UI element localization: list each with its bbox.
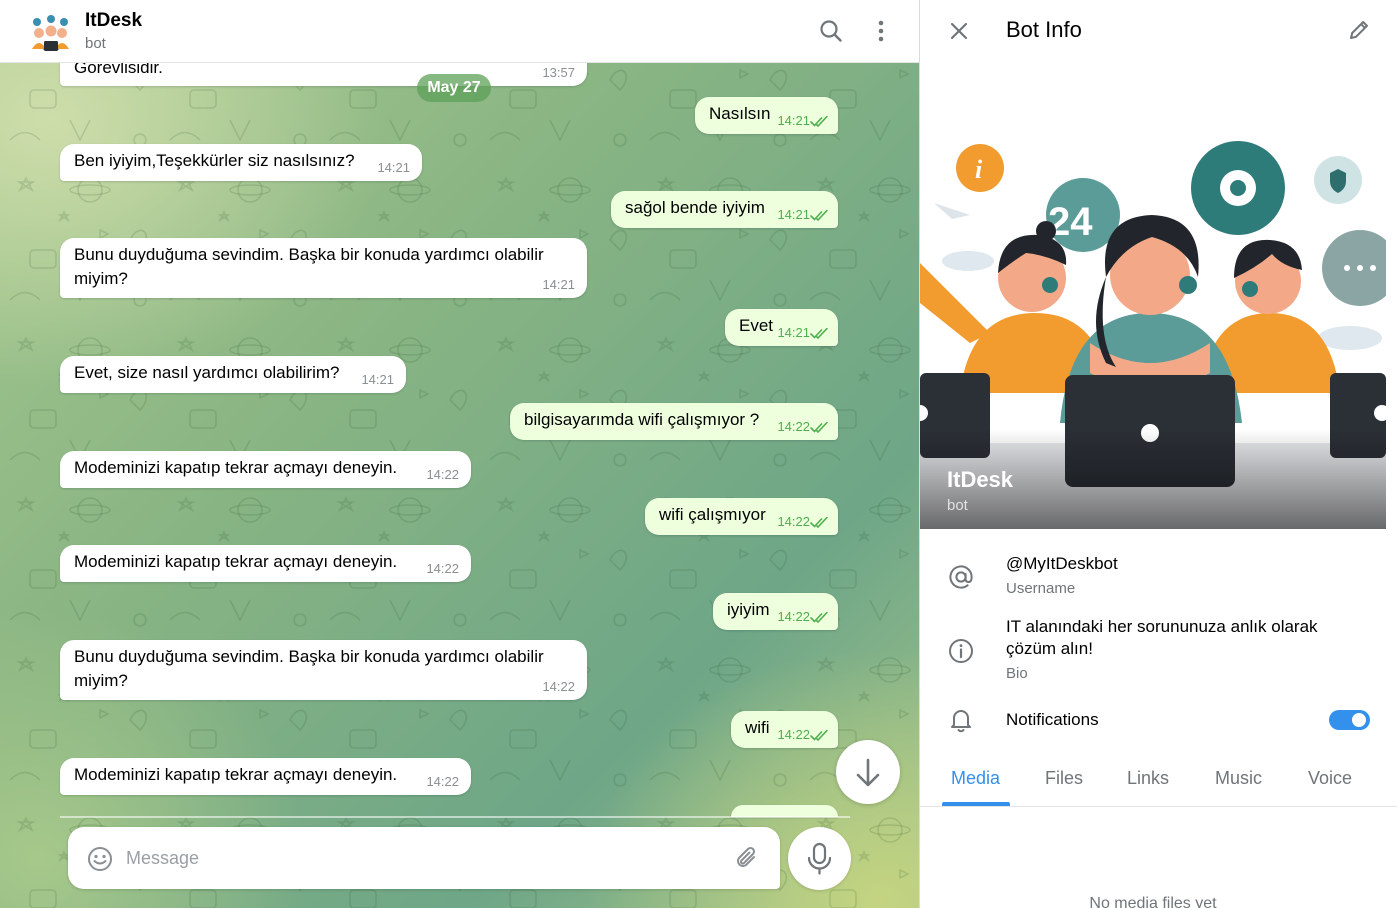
message-time: 14:21: [777, 207, 810, 222]
bio-value[interactable]: IT alanındaki her sorununuza anlık olara…: [1006, 616, 1356, 660]
message-composer: [68, 827, 780, 889]
message-bubble-incoming[interactable]: Bunu duyduğuma sevindim. Başka bir konud…: [60, 238, 587, 298]
shared-media-tabs: Media Files Links Music Voice: [920, 756, 1397, 807]
toggle-knob: [1350, 711, 1368, 729]
profile-name: ItDesk: [947, 467, 1014, 492]
message-text: Bunu duyduğuma sevindim. Başka bir konud…: [74, 245, 544, 288]
message-time: 14:21: [777, 325, 810, 340]
message-time: 14:22: [426, 774, 459, 789]
message-bubble-incoming[interactable]: Modeminizi kapatıp tekrar açmayı deneyin…: [60, 758, 471, 795]
message-bubble-incoming[interactable]: Ben iyiyim,Teşekkürler siz nasılsınız? 14…: [60, 144, 422, 181]
partial-message-edge: [60, 816, 850, 818]
message-time: 14:21: [777, 113, 810, 128]
message-time: 14:22: [777, 419, 810, 434]
profile-type: bot: [947, 497, 968, 514]
at-sign-icon: [949, 565, 973, 589]
tab-voice[interactable]: Voice: [1308, 768, 1352, 789]
message-time: 14:22: [777, 609, 810, 624]
message-bubble-incoming[interactable]: Modeminizi kapatıp tekrar açmayı deneyin…: [60, 545, 471, 582]
double-check-icon: [810, 517, 828, 529]
message-bubble-outgoing[interactable]: wifi 14:22: [731, 711, 838, 748]
info-icon: [949, 639, 973, 663]
double-check-icon: [810, 730, 828, 742]
date-separator: May 27: [417, 74, 491, 102]
message-bubble-outgoing[interactable]: iyiyim 14:22: [713, 593, 838, 630]
chat-header[interactable]: ItDesk bot: [0, 0, 919, 63]
profile-photo[interactable]: i 24 ItDesk bot: [920, 63, 1386, 529]
message-time: 14:21: [377, 160, 410, 175]
arrow-down-icon: [856, 758, 880, 787]
more-vertical-icon[interactable]: [868, 18, 894, 44]
chat-subtitle: bot: [85, 35, 106, 52]
attach-icon[interactable]: [734, 845, 760, 871]
emoji-icon[interactable]: [87, 846, 113, 872]
message-bubble-incoming[interactable]: Evet, size nasıl yardımcı olabilirim? 14:…: [60, 356, 406, 393]
message-time: 13:57: [542, 65, 575, 80]
message-bubble-outgoing[interactable]: Nasılsın 14:21: [695, 97, 838, 134]
message-text: Ben iyiyim,Teşekkürler siz nasılsınız?: [74, 151, 355, 170]
scroll-to-bottom-button[interactable]: [836, 740, 900, 804]
tab-media[interactable]: Media: [951, 768, 1000, 789]
notifications-label: Notifications: [1006, 710, 1099, 729]
double-check-icon: [810, 328, 828, 340]
message-time: 14:21: [542, 277, 575, 292]
bot-info-panel: Bot Info i 24 ItDesk bot @MyItDeskbot Us…: [919, 0, 1397, 908]
message-bubble-outgoing[interactable]: wifi çalışmıyor 14:22: [645, 498, 838, 535]
hero-badge-text: 24: [1048, 200, 1093, 244]
message-time: 14:22: [426, 467, 459, 482]
message-time: 14:22: [777, 514, 810, 529]
message-time: 14:22: [777, 727, 810, 742]
panel-title: Bot Info: [1006, 17, 1082, 42]
message-text: Bunu duyduğuma sevindim. Başka bir konud…: [74, 647, 544, 690]
double-check-icon: [810, 116, 828, 128]
active-tab-indicator: [942, 802, 1010, 806]
message-input[interactable]: [126, 842, 716, 874]
search-icon[interactable]: [818, 18, 844, 44]
tab-links[interactable]: Links: [1127, 768, 1169, 789]
bio-label: Bio: [1006, 665, 1028, 682]
message-text: Evet, size nasıl yardımcı olabilirim?: [74, 363, 340, 382]
tab-files[interactable]: Files: [1045, 768, 1083, 789]
message-time: 14:21: [361, 372, 394, 387]
message-bubble-outgoing[interactable]: sağol bende iyiyim 14:21: [611, 191, 838, 228]
message-time: 14:22: [542, 679, 575, 694]
edit-pencil-icon[interactable]: [1346, 17, 1372, 43]
message-bubble-incoming[interactable]: Bunu duyduğuma sevindim. Başka bir konud…: [60, 640, 587, 700]
message-bubble-incoming[interactable]: Modeminizi kapatıp tekrar açmayı deneyin…: [60, 451, 471, 488]
message-bubble-outgoing[interactable]: Evet 14:21: [725, 309, 838, 346]
svg-text:i: i: [975, 155, 983, 184]
message-bubble-outgoing[interactable]: bilgisayarımda wifi çalışmıyor ? 14:22: [510, 403, 838, 440]
message-time: 14:22: [426, 561, 459, 576]
message-text: Modeminizi kapatıp tekrar açmayı deneyin…: [74, 458, 398, 477]
username-value[interactable]: @MyItDeskbot: [1006, 553, 1118, 575]
chat-area: Görevlisidir. 13:57 May 27 Nasılsın 14:21…: [0, 0, 919, 908]
double-check-icon: [810, 210, 828, 222]
message-text: Modeminizi kapatıp tekrar açmayı deneyin…: [74, 552, 398, 571]
username-label: Username: [1006, 580, 1076, 597]
empty-media-text: No media files yet: [1089, 895, 1217, 908]
tab-music[interactable]: Music: [1215, 768, 1262, 789]
close-icon[interactable]: [947, 19, 971, 43]
voice-record-button[interactable]: [788, 827, 851, 890]
message-text: Modeminizi kapatıp tekrar açmayı deneyin…: [74, 765, 398, 784]
microphone-icon: [807, 842, 832, 875]
double-check-icon: [810, 422, 828, 434]
bot-avatar[interactable]: [27, 13, 74, 53]
chat-title[interactable]: ItDesk: [85, 10, 142, 32]
notifications-toggle[interactable]: [1329, 710, 1370, 730]
bell-icon: [951, 710, 971, 733]
double-check-icon: [810, 612, 828, 624]
